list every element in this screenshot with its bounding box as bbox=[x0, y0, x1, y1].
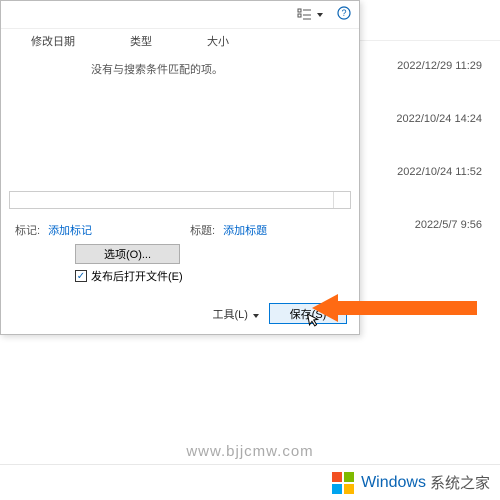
save-dialog: ? 修改日期 类型 大小 没有与搜索条件匹配的项。 标记: 添加标记 标题: 添… bbox=[0, 0, 360, 335]
add-tag-link[interactable]: 添加标记 bbox=[48, 222, 92, 238]
view-mode-button[interactable] bbox=[291, 5, 329, 25]
page-footer: Windows 系统之家 bbox=[0, 464, 500, 500]
checkbox-checked-icon[interactable]: ✓ bbox=[75, 270, 87, 282]
footer-sub: 系统之家 bbox=[430, 472, 490, 493]
details-view-icon bbox=[297, 8, 313, 22]
footer-brand: Windows bbox=[361, 474, 426, 492]
metadata-area: 标记: 添加标记 标题: 添加标题 选项(O)... ✓ 发布后打开文件(E) bbox=[1, 212, 359, 290]
bg-date: 2022/10/24 11:52 bbox=[396, 166, 482, 178]
save-button[interactable]: 保存(S) bbox=[269, 303, 347, 324]
checkbox-label: 发布后打开文件(E) bbox=[91, 268, 183, 284]
dialog-bottom-bar: 工具(L) 保存(S) bbox=[212, 303, 347, 324]
watermark-text: www.bjjcmw.com bbox=[0, 443, 500, 460]
options-button[interactable]: 选项(O)... bbox=[75, 244, 180, 264]
file-list-area: 没有与搜索条件匹配的项。 bbox=[1, 57, 359, 212]
header-size[interactable]: 大小 bbox=[207, 33, 229, 49]
tools-label: 工具(L) bbox=[212, 309, 247, 321]
title-label: 标题: bbox=[190, 222, 215, 238]
svg-text:?: ? bbox=[341, 8, 346, 18]
tools-dropdown[interactable]: 工具(L) bbox=[212, 306, 259, 322]
bg-date: 2022/12/29 11:29 bbox=[396, 60, 482, 72]
chevron-down-icon bbox=[317, 13, 323, 17]
add-title-link[interactable]: 添加标题 bbox=[223, 222, 267, 238]
tag-label: 标记: bbox=[15, 222, 40, 238]
header-date[interactable]: 修改日期 bbox=[31, 33, 75, 49]
chevron-down-icon bbox=[253, 314, 259, 318]
bg-date: 2022/10/24 14:24 bbox=[396, 113, 482, 125]
empty-message: 没有与搜索条件匹配的项。 bbox=[1, 57, 359, 77]
filename-field[interactable] bbox=[9, 191, 351, 209]
bg-date-list: 2022/12/29 11:29 2022/10/24 14:24 2022/1… bbox=[396, 60, 482, 272]
options-button-label: 选项(O)... bbox=[104, 246, 151, 262]
open-after-publish-row[interactable]: ✓ 发布后打开文件(E) bbox=[75, 268, 345, 284]
windows-logo-icon bbox=[331, 470, 357, 496]
dialog-toolbar: ? bbox=[1, 1, 359, 29]
bg-date: 2022/5/7 9:56 bbox=[396, 219, 482, 231]
help-icon[interactable]: ? bbox=[337, 6, 351, 23]
header-type[interactable]: 类型 bbox=[130, 33, 152, 49]
column-headers: 修改日期 类型 大小 bbox=[1, 29, 359, 57]
tag-title-row: 标记: 添加标记 标题: 添加标题 bbox=[15, 222, 345, 238]
